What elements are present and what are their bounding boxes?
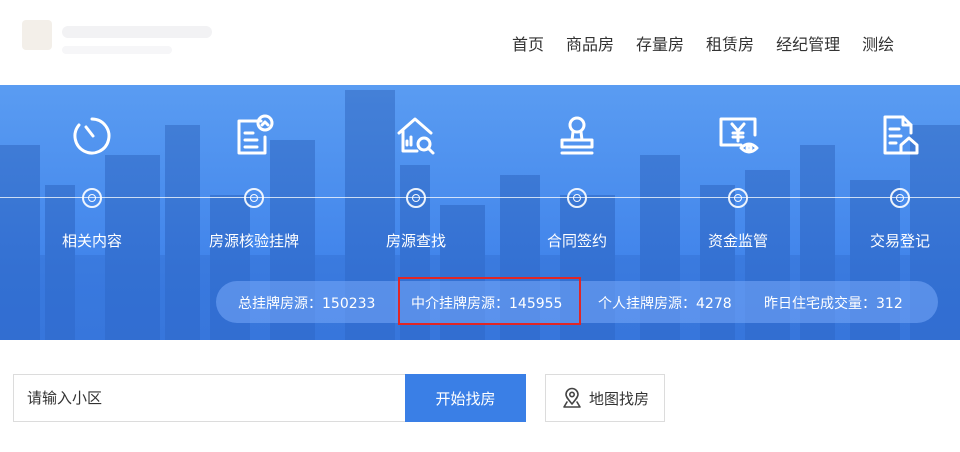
timeline-node bbox=[244, 188, 264, 208]
timeline-node bbox=[567, 188, 587, 208]
community-search-input[interactable] bbox=[13, 374, 405, 422]
map-search-button[interactable]: 地图找房 bbox=[545, 374, 665, 422]
location-pin-icon bbox=[563, 387, 581, 408]
step-label: 相关内容 bbox=[61, 232, 122, 250]
nav-item-resale[interactable]: 存量房 bbox=[636, 31, 684, 55]
logo-subtitle bbox=[62, 46, 172, 54]
step-fund-supervision[interactable]: 资金监管 bbox=[667, 85, 807, 265]
nav-item-survey[interactable]: 测绘 bbox=[862, 31, 894, 55]
house-search-icon bbox=[397, 117, 435, 155]
stat-total-listings: 总挂牌房源：150233 bbox=[238, 296, 376, 312]
step-label: 交易登记 bbox=[869, 232, 930, 250]
nav-item-brokerage[interactable]: 经纪管理 bbox=[776, 31, 840, 55]
step-related-content[interactable]: 相关内容 bbox=[21, 85, 161, 265]
site-logo[interactable] bbox=[22, 16, 212, 60]
agency-listings-highlight-box bbox=[398, 277, 581, 325]
step-label: 合同签约 bbox=[546, 232, 607, 250]
main-nav: 首页 商品房 存量房 租赁房 经纪管理 测绘 bbox=[512, 0, 916, 85]
logo-wordmark bbox=[62, 26, 212, 38]
step-listing-verification[interactable]: 房源核验挂牌 bbox=[183, 85, 323, 265]
step-property-search[interactable]: 房源查找 bbox=[345, 85, 485, 265]
nav-item-home[interactable]: 首页 bbox=[512, 31, 544, 55]
nav-item-rental[interactable]: 租赁房 bbox=[706, 31, 754, 55]
document-verify-icon bbox=[237, 114, 274, 155]
yuan-monitor-icon bbox=[719, 117, 759, 154]
step-label: 房源查找 bbox=[385, 232, 446, 250]
step-contract-signing[interactable]: 合同签约 bbox=[506, 85, 646, 265]
nav-item-new-homes[interactable]: 商品房 bbox=[566, 31, 614, 55]
seal-stamp-icon bbox=[560, 116, 594, 155]
site-header: 首页 商品房 存量房 租赁房 经纪管理 测绘 bbox=[0, 0, 960, 85]
start-search-button[interactable]: 开始找房 bbox=[405, 374, 526, 422]
stat-yesterday-volume: 昨日住宅成交量：312 bbox=[764, 296, 903, 312]
file-house-icon bbox=[883, 115, 919, 155]
timeline-node bbox=[890, 188, 910, 208]
logo-mark bbox=[22, 20, 52, 50]
timeline-node bbox=[406, 188, 426, 208]
clock-icon bbox=[73, 117, 111, 155]
stat-personal-listings: 个人挂牌房源：4278 bbox=[598, 296, 732, 312]
map-search-label: 地图找房 bbox=[588, 389, 649, 408]
step-transaction-registration[interactable]: 交易登记 bbox=[829, 85, 960, 265]
step-label: 房源核验挂牌 bbox=[208, 232, 299, 250]
step-label: 资金监管 bbox=[707, 232, 768, 250]
timeline-node bbox=[728, 188, 748, 208]
timeline-node bbox=[82, 188, 102, 208]
